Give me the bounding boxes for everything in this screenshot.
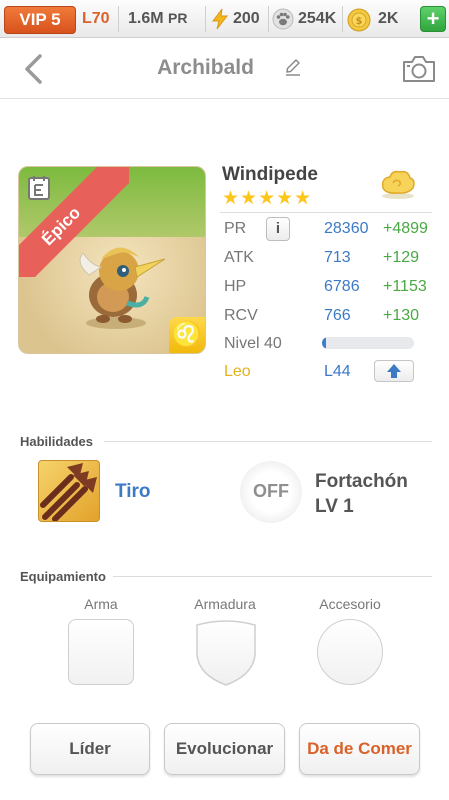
arrow-up-icon <box>387 364 401 378</box>
armor-slot[interactable] <box>193 619 259 687</box>
nav-bar: Archibald <box>0 39 449 99</box>
stat-bonus: +130 <box>383 307 420 324</box>
armor-label: Armadura <box>194 596 256 612</box>
skill-fortachon-icon[interactable]: OFF <box>240 461 302 523</box>
stat-row-pr: PR 28360 +4899 <box>224 220 434 244</box>
stat-bonus: +1153 <box>383 278 427 295</box>
stat-label: RCV <box>224 307 258 324</box>
sign-label: Leo <box>224 363 251 380</box>
paws-value: 254K <box>298 10 337 27</box>
divider <box>113 576 432 577</box>
skill-secondary-name: Fortachón <box>315 471 408 492</box>
stat-bonus: +4899 <box>383 220 428 237</box>
weapon-label: Arma <box>84 596 118 612</box>
leader-button[interactable]: Líder <box>30 723 150 775</box>
camera-icon[interactable] <box>401 54 437 84</box>
skill-secondary-level: LV 1 <box>315 496 354 517</box>
sign-level: L44 <box>324 363 351 380</box>
vip-badge[interactable]: VIP 5 <box>4 6 76 34</box>
monster-species: Windipede <box>222 164 318 185</box>
skill-secondary[interactable]: Fortachón LV 1 <box>315 469 408 519</box>
stat-value: 6786 <box>324 278 360 295</box>
arrows-icon <box>40 463 97 521</box>
coins-value: 2K <box>378 10 399 27</box>
svg-text:$: $ <box>356 16 363 27</box>
stat-bonus: +129 <box>383 249 420 266</box>
stat-row-rcv: RCV 766 +130 <box>224 307 434 331</box>
page-title: Archibald <box>157 56 254 79</box>
divider <box>342 6 343 32</box>
stat-value: 28360 <box>324 220 369 237</box>
accessory-label: Accesorio <box>319 596 381 612</box>
stat-label: ATK <box>224 249 254 266</box>
stat-value: 713 <box>324 249 351 266</box>
level-label: Nivel 40 <box>224 335 282 352</box>
stat-label: HP <box>224 278 247 295</box>
skill-state-badge: OFF <box>253 481 289 501</box>
divider <box>205 6 206 32</box>
monster-portrait[interactable]: Épico ♌ <box>18 166 206 354</box>
skill-primary-name[interactable]: Tiro <box>115 481 151 503</box>
accessory-slot[interactable] <box>317 619 383 685</box>
feed-button[interactable]: Da de Comer <box>299 723 420 775</box>
zodiac-leo-icon: ♌ <box>169 317 205 353</box>
paw-icon <box>272 8 294 30</box>
weapon-slot[interactable] <box>68 619 134 685</box>
skills-heading: Habilidades <box>20 434 93 449</box>
power-unit: PR <box>168 10 188 26</box>
stat-label: PR <box>224 220 247 237</box>
stat-row-atk: ATK 713 +129 <box>224 249 434 273</box>
add-coins-button[interactable]: + <box>420 6 446 32</box>
level-progress-bar <box>322 337 414 349</box>
divider <box>104 441 432 442</box>
wind-element-icon[interactable] <box>378 168 418 200</box>
coin-icon: $ <box>347 8 371 32</box>
divider <box>118 6 119 32</box>
stat-row-hp: HP 6786 +1153 <box>224 278 434 302</box>
power-value: 1.6M <box>128 10 164 27</box>
player-power: 1.6M PR <box>128 10 187 28</box>
star-rating: ★★★★★ <box>222 188 313 209</box>
lightning-icon <box>212 8 229 30</box>
level-up-button[interactable] <box>374 360 414 382</box>
equipment-heading: Equipamiento <box>20 569 106 584</box>
info-button[interactable]: i <box>266 217 290 241</box>
stat-value: 766 <box>324 307 351 324</box>
energy-value: 200 <box>233 10 260 27</box>
status-bar: VIP 5 L70 1.6M PR 200 254K $ 2K + <box>0 0 449 38</box>
divider <box>220 212 432 213</box>
divider <box>268 6 269 32</box>
notes-icon[interactable] <box>27 175 51 201</box>
evolve-button[interactable]: Evolucionar <box>164 723 285 775</box>
player-level: L70 <box>82 10 110 27</box>
pencil-icon[interactable] <box>283 57 303 77</box>
skill-tiro-icon[interactable] <box>38 460 100 522</box>
